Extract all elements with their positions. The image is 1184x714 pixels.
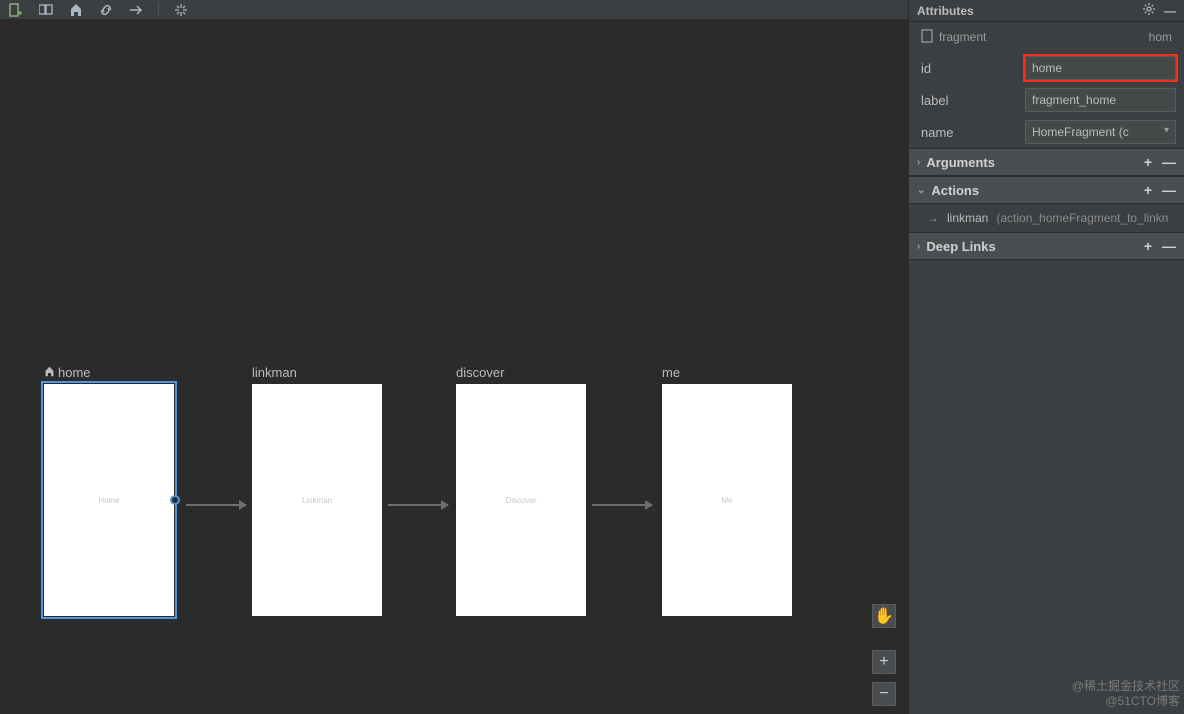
nested-graph-icon[interactable] <box>38 2 54 18</box>
destination-label-text: linkman <box>252 365 297 380</box>
destination-label-text: me <box>662 365 680 380</box>
toolbar-left-group <box>8 2 189 18</box>
attributes-header: Attributes — <box>909 0 1184 22</box>
add-argument-icon[interactable]: + <box>1144 154 1152 170</box>
toolbar-separator <box>158 2 159 16</box>
pan-button[interactable]: ✋ <box>872 604 896 628</box>
add-destination-icon[interactable] <box>8 2 24 18</box>
id-input[interactable]: home <box>1025 56 1176 80</box>
destination-card[interactable]: Me <box>662 384 792 616</box>
name-dropdown-value: HomeFragment (c <box>1032 125 1129 139</box>
action-arrow[interactable] <box>388 504 448 506</box>
destination-preview-text: Home <box>98 496 119 505</box>
action-arrow[interactable] <box>186 504 246 506</box>
field-label-row: label fragment_home <box>909 84 1184 116</box>
field-label: label <box>921 93 1017 108</box>
destination-discover[interactable]: discover Discover <box>456 365 586 616</box>
minimize-icon[interactable]: — <box>1164 4 1176 18</box>
connection-handle[interactable] <box>170 495 180 505</box>
destination-home[interactable]: home Home <box>44 365 174 616</box>
watermark: @稀土掘金技术社区 @51CTO博客 <box>1072 679 1180 710</box>
field-label: name <box>921 125 1017 140</box>
plus-icon: + <box>879 653 888 671</box>
destination-label: me <box>662 365 792 380</box>
auto-arrange-icon[interactable] <box>173 2 189 18</box>
deeplinks-section-header[interactable]: › Deep Links + — <box>909 232 1184 260</box>
label-input-value: fragment_home <box>1032 93 1116 107</box>
remove-action-icon[interactable]: — <box>1162 182 1176 198</box>
chevron-down-icon: ⌄ <box>917 185 925 196</box>
watermark-line: @51CTO博客 <box>1072 694 1180 710</box>
attributes-panel: Attributes — fragment hom id home label … <box>908 0 1184 714</box>
start-destination-icon[interactable] <box>68 2 84 18</box>
destination-preview-text: Me <box>721 496 732 505</box>
home-start-icon <box>44 366 55 380</box>
name-dropdown[interactable]: HomeFragment (c <box>1025 120 1176 144</box>
label-input[interactable]: fragment_home <box>1025 88 1176 112</box>
section-title: Actions <box>931 183 979 198</box>
pan-icon: ✋ <box>874 606 894 626</box>
actions-section-header[interactable]: ⌄ Actions + — <box>909 176 1184 204</box>
destination-label: home <box>44 365 174 380</box>
destination-card[interactable]: Linkman <box>252 384 382 616</box>
destination-label: linkman <box>252 365 382 380</box>
type-value: hom <box>1149 30 1172 44</box>
remove-deeplink-icon[interactable]: — <box>1162 238 1176 254</box>
attributes-type-row: fragment hom <box>909 22 1184 52</box>
zoom-in-button[interactable]: + <box>872 650 896 674</box>
deeplink-icon[interactable] <box>98 2 114 18</box>
field-name: name HomeFragment (c <box>909 116 1184 148</box>
attributes-title: Attributes <box>917 4 974 18</box>
destination-me[interactable]: me Me <box>662 365 792 616</box>
zoom-out-button[interactable]: − <box>872 682 896 706</box>
destination-label-text: discover <box>456 365 504 380</box>
destination-label: discover <box>456 365 586 380</box>
id-input-value: home <box>1032 61 1062 75</box>
minus-icon: − <box>879 685 888 703</box>
action-arrow[interactable] <box>592 504 652 506</box>
field-label: id <box>921 61 1017 76</box>
destination-preview-text: Discover <box>505 496 536 505</box>
destination-label-text: home <box>58 365 91 380</box>
section-title: Deep Links <box>926 239 995 254</box>
nav-graph-canvas[interactable]: home Home linkman Linkman discover <box>0 20 908 714</box>
add-action-icon[interactable]: + <box>1144 182 1152 198</box>
action-item[interactable]: → linkman (action_homeFragment_to_linkn <box>909 204 1184 232</box>
destination-preview-text: Linkman <box>302 496 332 505</box>
chevron-right-icon: › <box>917 157 920 168</box>
action-detail: (action_homeFragment_to_linkn <box>996 211 1168 225</box>
action-arrow-icon[interactable] <box>128 2 144 18</box>
gear-icon[interactable] <box>1142 2 1156 19</box>
section-title: Arguments <box>926 155 995 170</box>
watermark-line: @稀土掘金技术社区 <box>1072 679 1180 695</box>
chevron-right-icon: › <box>917 241 920 252</box>
destination-card[interactable]: Home <box>44 384 174 616</box>
action-name: linkman <box>947 211 988 225</box>
add-deeplink-icon[interactable]: + <box>1144 238 1152 254</box>
fragment-icon <box>921 29 933 46</box>
action-arrow-icon: → <box>927 211 939 225</box>
field-id: id home <box>909 52 1184 84</box>
destination-card[interactable]: Discover <box>456 384 586 616</box>
destination-linkman[interactable]: linkman Linkman <box>252 365 382 616</box>
arguments-section-header[interactable]: › Arguments + — <box>909 148 1184 176</box>
type-label: fragment <box>939 30 986 44</box>
remove-argument-icon[interactable]: — <box>1162 154 1176 170</box>
zoom-controls: ✋ + − <box>872 604 896 706</box>
